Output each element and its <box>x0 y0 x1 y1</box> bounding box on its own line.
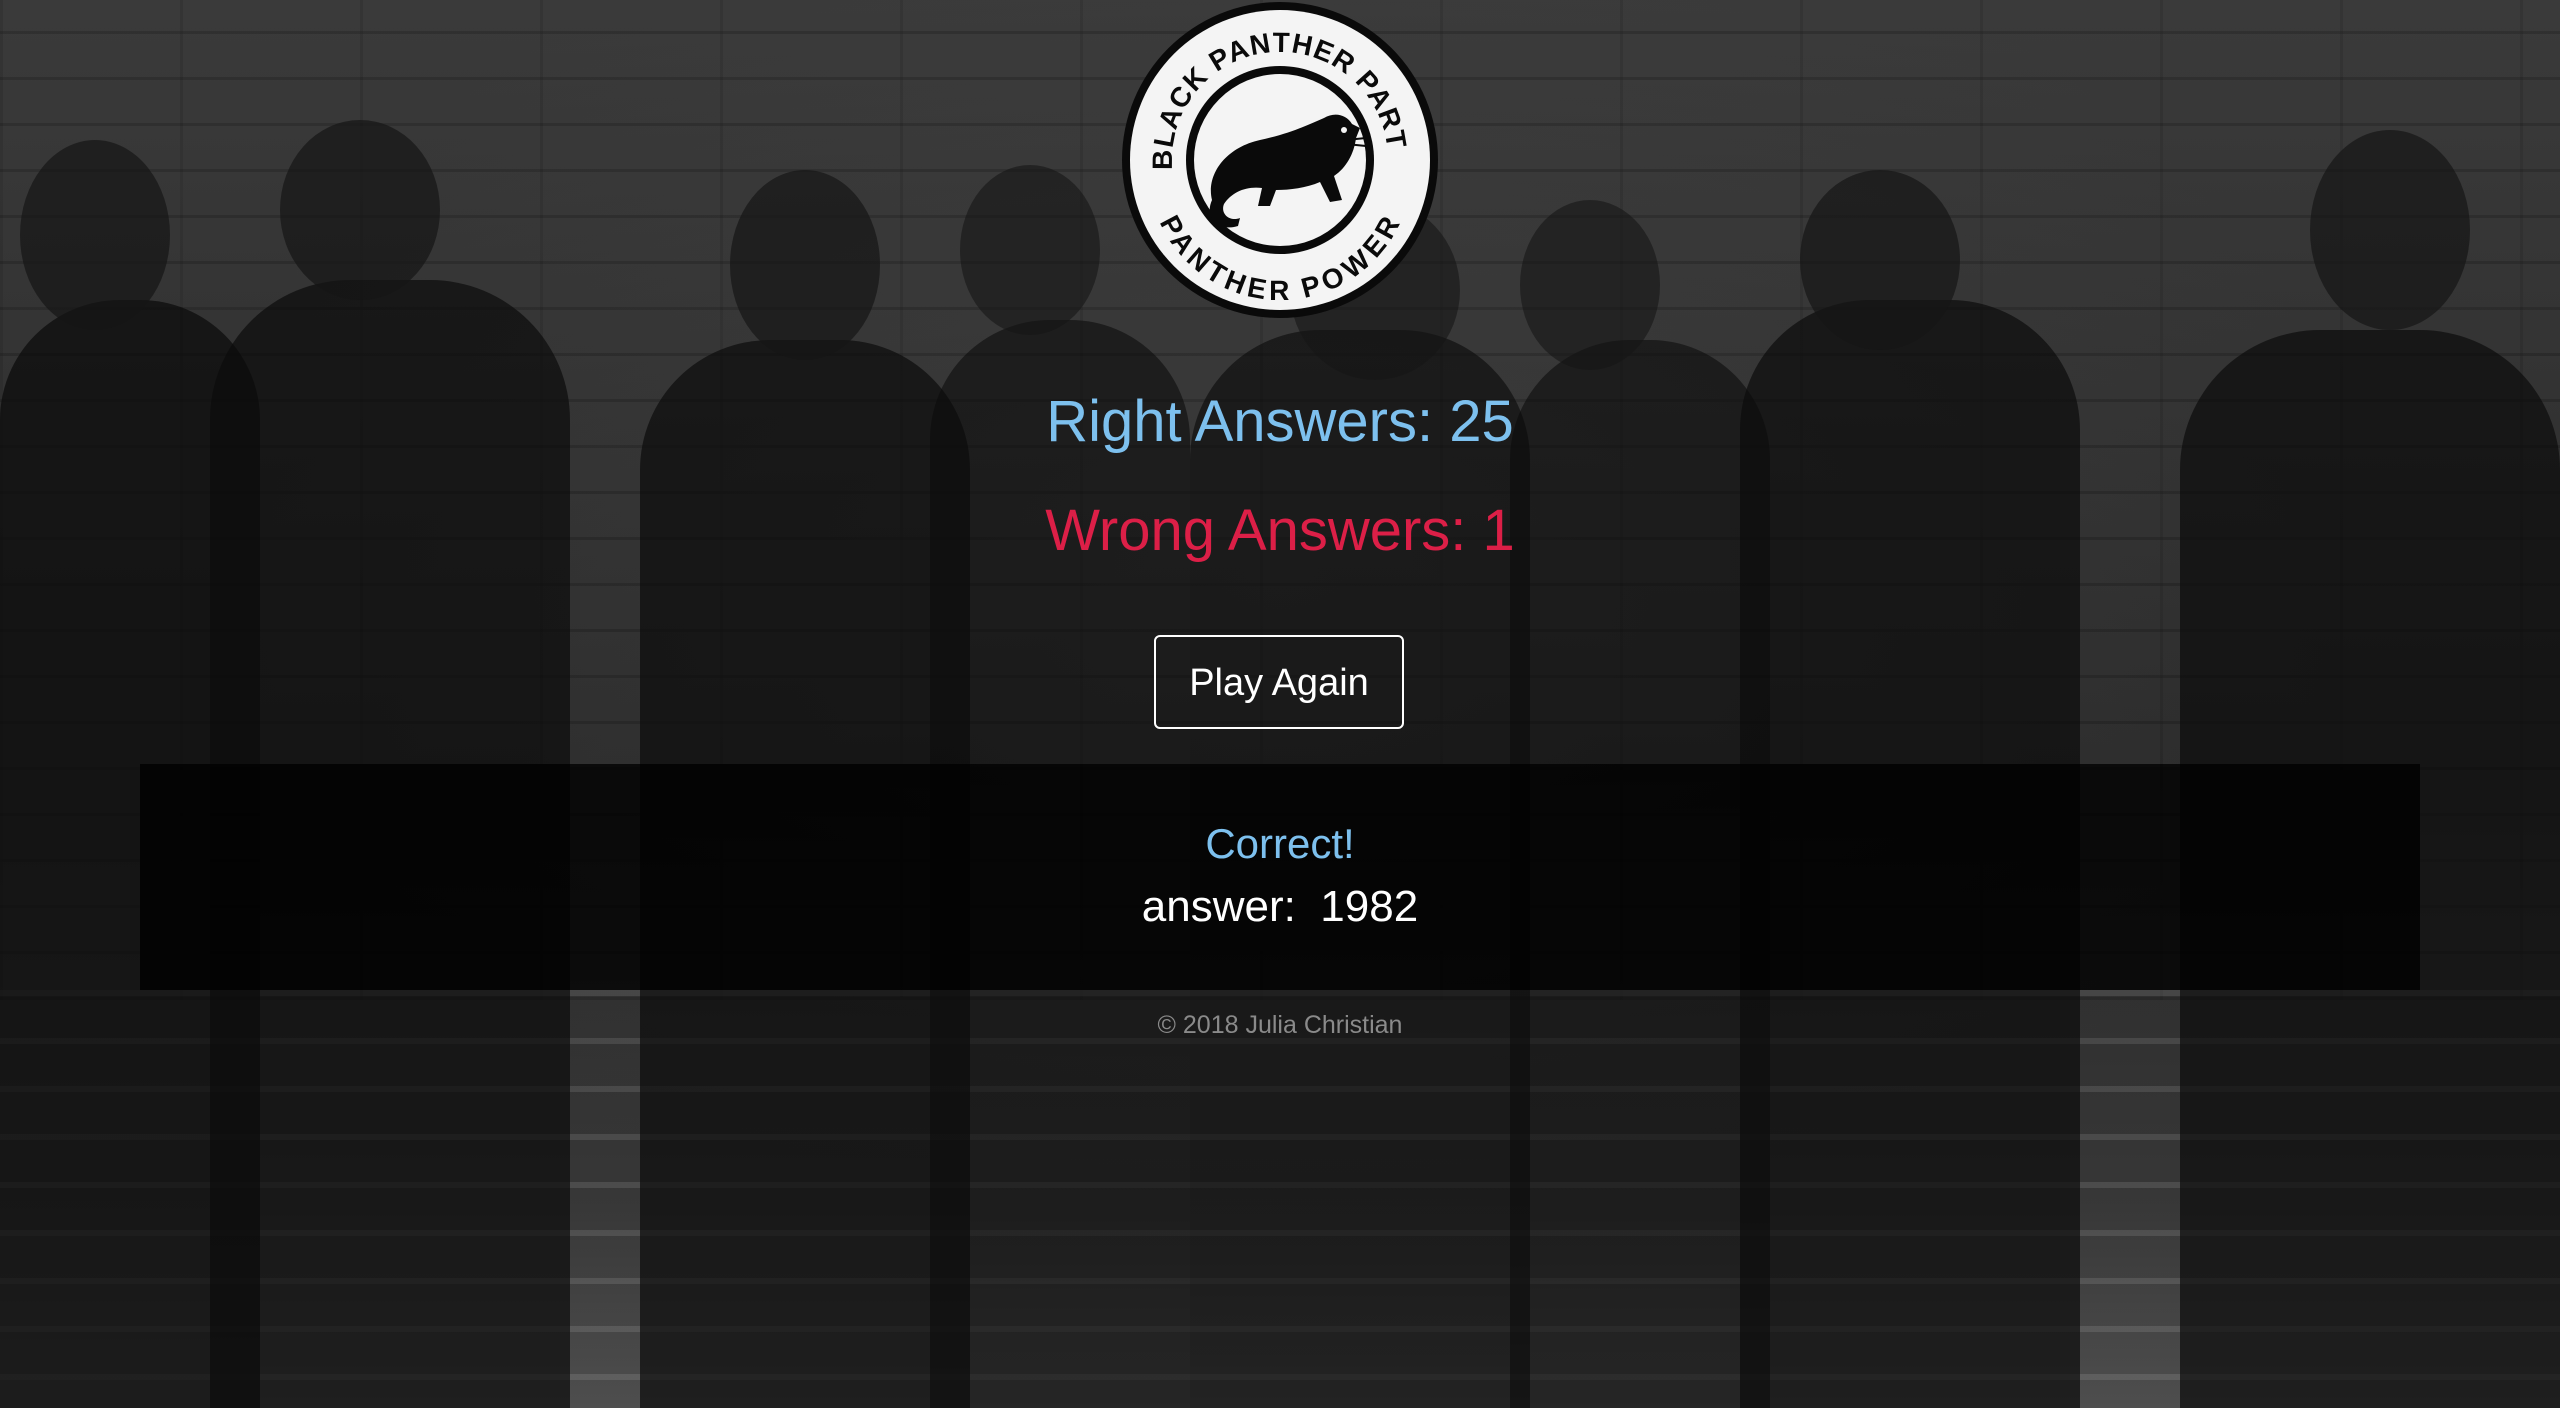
black-panther-party-logo: BLACK PANTHER PARTY PANTHER POWER <box>1120 0 1438 318</box>
page-background: BLACK PANTHER PARTY PANTHER POWER Right … <box>0 0 2560 1408</box>
right-answers-count: Right Answers: 25 <box>1046 389 1514 454</box>
play-again-button[interactable]: Play Again <box>1154 635 1404 729</box>
footer-copyright: © 2018 Julia Christian <box>1157 1011 1403 1039</box>
result-panel: Correct! answer: 1982 <box>140 764 2420 990</box>
wrong-answers-count: Wrong Answers: 1 <box>1045 498 1515 563</box>
results-screen: BLACK PANTHER PARTY PANTHER POWER Right … <box>0 0 2560 1408</box>
result-status: Correct! <box>1205 820 1355 867</box>
answer-text: answer: 1982 <box>1141 882 1419 931</box>
